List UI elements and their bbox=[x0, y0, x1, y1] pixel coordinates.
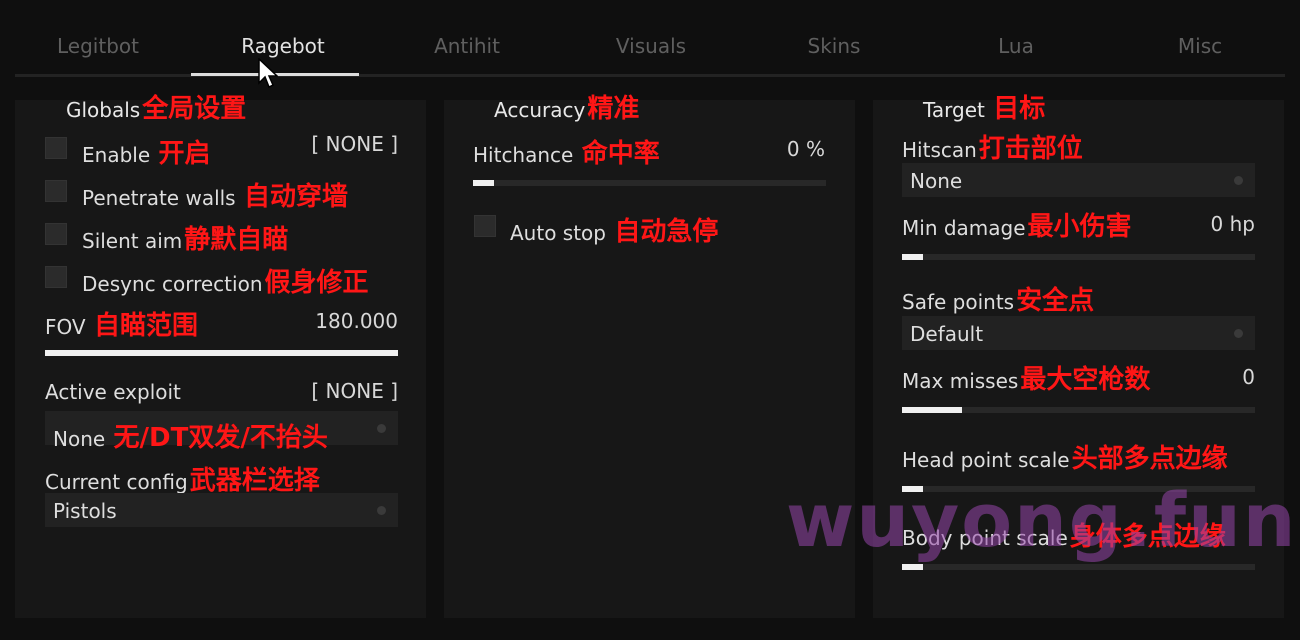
head-point-scale-label-cn: 头部多点边缘 bbox=[1071, 444, 1228, 474]
enable-label-text: Enable bbox=[82, 143, 151, 167]
fov-label-text: FOV bbox=[45, 315, 86, 339]
silent-aim-checkbox[interactable] bbox=[45, 223, 67, 245]
desync-correction-checkbox[interactable] bbox=[45, 266, 67, 288]
tab-ragebot[interactable]: Ragebot bbox=[241, 34, 325, 58]
desync-correction-label-cn: 假身修正 bbox=[264, 268, 369, 298]
target-title-cn: 目标 bbox=[993, 94, 1046, 124]
accuracy-title: Accuracy精准 bbox=[494, 88, 639, 125]
hitchance-slider[interactable] bbox=[473, 180, 826, 186]
silent-aim-label: Silent aim静默自瞄 bbox=[82, 219, 288, 256]
globals-title-cn: 全局设置 bbox=[142, 94, 247, 124]
min-damage-label: Min damage最小伤害 bbox=[902, 206, 1132, 243]
fov-slider-fill bbox=[45, 350, 398, 356]
penetrate-walls-label: Penetrate walls 自动穿墙 bbox=[82, 176, 348, 213]
dropdown-indicator-icon bbox=[1234, 176, 1243, 185]
penetrate-walls-checkbox[interactable] bbox=[45, 180, 67, 202]
desync-correction-label-text: Desync correction bbox=[82, 272, 263, 296]
head-point-scale-label-text: Head point scale bbox=[902, 448, 1070, 472]
mouse-cursor-icon bbox=[258, 58, 278, 89]
hitscan-selected: None bbox=[910, 169, 963, 193]
auto-stop-label: Auto stop 自动急停 bbox=[510, 211, 718, 248]
max-misses-label-cn: 最大空枪数 bbox=[1020, 365, 1151, 395]
fov-value: 180.000 bbox=[315, 309, 398, 333]
min-damage-slider-fill bbox=[902, 254, 924, 260]
auto-stop-label-text: Auto stop bbox=[510, 221, 606, 245]
active-exploit-dropdown[interactable]: None 无/DT双发/不抬头 bbox=[45, 411, 398, 453]
target-title-text: Target bbox=[923, 98, 985, 122]
max-misses-label: Max misses最大空枪数 bbox=[902, 359, 1150, 396]
active-exploit-label: Active exploit bbox=[45, 380, 181, 404]
max-misses-value: 0 bbox=[1242, 365, 1255, 389]
hitscan-label-text: Hitscan bbox=[902, 138, 977, 162]
safe-points-selected: Default bbox=[910, 322, 984, 346]
safe-points-label-cn: 安全点 bbox=[1016, 286, 1095, 316]
dropdown-indicator-icon bbox=[377, 506, 386, 515]
fov-slider[interactable] bbox=[45, 350, 398, 356]
hitchance-label-cn: 命中率 bbox=[581, 139, 660, 169]
max-misses-label-text: Max misses bbox=[902, 369, 1019, 393]
hitchance-label: Hitchance 命中率 bbox=[473, 133, 660, 170]
globals-title: Globals全局设置 bbox=[66, 88, 246, 125]
tab-legitbot[interactable]: Legitbot bbox=[57, 34, 139, 58]
auto-stop-checkbox[interactable] bbox=[474, 215, 496, 237]
hitchance-label-text: Hitchance bbox=[473, 143, 574, 167]
hitscan-label: Hitscan打击部位 bbox=[902, 128, 1083, 165]
current-config-label-text: Current config bbox=[45, 470, 188, 494]
target-title: Target 目标 bbox=[923, 88, 1045, 125]
active-exploit-keybind[interactable]: [ NONE ] bbox=[311, 379, 398, 403]
max-misses-slider-fill bbox=[902, 407, 962, 413]
enable-label: Enable 开启 bbox=[82, 133, 211, 170]
enable-checkbox[interactable] bbox=[45, 137, 67, 159]
enable-label-cn: 开启 bbox=[158, 139, 211, 169]
tab-skins[interactable]: Skins bbox=[808, 34, 861, 58]
current-config-label-cn: 武器栏选择 bbox=[189, 466, 320, 496]
fov-label-cn: 自瞄范围 bbox=[93, 311, 198, 341]
hitscan-dropdown[interactable]: None bbox=[902, 163, 1255, 197]
head-point-scale-label: Head point scale头部多点边缘 bbox=[902, 438, 1228, 475]
penetrate-walls-label-text: Penetrate walls bbox=[82, 186, 236, 210]
current-config-label: Current config武器栏选择 bbox=[45, 460, 320, 497]
tab-antihit[interactable]: Antihit bbox=[434, 34, 500, 58]
min-damage-label-cn: 最小伤害 bbox=[1027, 212, 1132, 242]
dropdown-indicator-icon bbox=[1234, 329, 1243, 338]
tab-lua[interactable]: Lua bbox=[998, 34, 1034, 58]
globals-title-text: Globals bbox=[66, 98, 141, 122]
active-exploit-selected-text: None bbox=[53, 427, 106, 451]
penetrate-walls-label-cn: 自动穿墙 bbox=[243, 182, 348, 212]
desync-correction-label: Desync correction假身修正 bbox=[82, 262, 369, 299]
tab-misc[interactable]: Misc bbox=[1178, 34, 1222, 58]
accuracy-title-cn: 精准 bbox=[587, 94, 640, 124]
active-exploit-cn: 无/DT双发/不抬头 bbox=[113, 423, 328, 453]
safe-points-dropdown[interactable]: Default bbox=[902, 316, 1255, 350]
max-misses-slider[interactable] bbox=[902, 407, 1255, 413]
dropdown-indicator-icon bbox=[377, 424, 386, 433]
body-point-scale-slider[interactable] bbox=[902, 564, 1255, 570]
silent-aim-label-text: Silent aim bbox=[82, 229, 183, 253]
globals-panel: Globals全局设置 Enable 开启 [ NONE ] Penetrate… bbox=[15, 94, 426, 618]
enable-keybind[interactable]: [ NONE ] bbox=[311, 132, 398, 156]
hitchance-slider-fill bbox=[473, 180, 495, 186]
safe-points-label-text: Safe points bbox=[902, 290, 1015, 314]
body-point-scale-slider-fill bbox=[902, 564, 924, 570]
fov-label: FOV 自瞄范围 bbox=[45, 305, 198, 342]
current-config-dropdown[interactable]: Pistols bbox=[45, 493, 398, 527]
min-damage-value: 0 hp bbox=[1210, 212, 1255, 236]
silent-aim-label-cn: 静默自瞄 bbox=[184, 225, 289, 255]
safe-points-label: Safe points安全点 bbox=[902, 280, 1094, 317]
watermark: wuyong.fun bbox=[786, 478, 1298, 564]
accuracy-title-text: Accuracy bbox=[494, 98, 586, 122]
min-damage-label-text: Min damage bbox=[902, 216, 1026, 240]
tab-bar: Legitbot Ragebot Antihit Visuals Skins L… bbox=[15, 26, 1285, 77]
hitchance-value: 0 % bbox=[786, 137, 825, 161]
active-exploit-selected: None 无/DT双发/不抬头 bbox=[53, 417, 328, 454]
tab-visuals[interactable]: Visuals bbox=[616, 34, 686, 58]
hitscan-label-cn: 打击部位 bbox=[978, 134, 1083, 164]
auto-stop-label-cn: 自动急停 bbox=[614, 217, 719, 247]
current-config-selected: Pistols bbox=[53, 499, 117, 523]
min-damage-slider[interactable] bbox=[902, 254, 1255, 260]
